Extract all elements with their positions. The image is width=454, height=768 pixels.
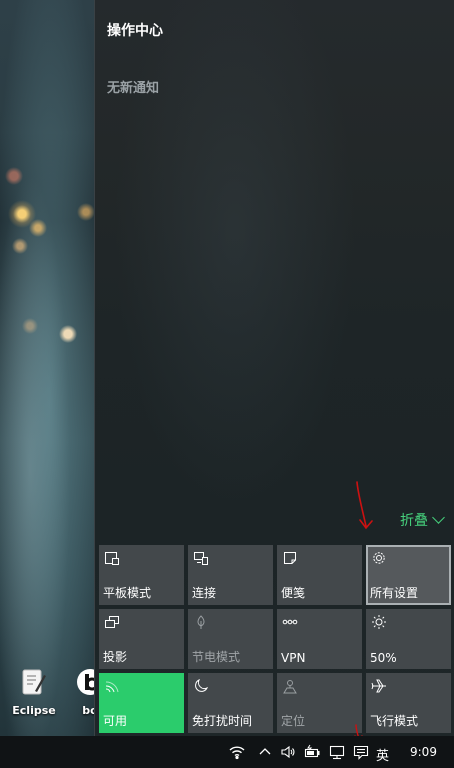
moon-icon — [193, 678, 209, 694]
desktop-icon-bo[interactable]: bo — [62, 664, 94, 717]
tile-all-settings[interactable]: 所有设置 — [366, 545, 451, 605]
tile-tablet-mode[interactable]: 平板模式 — [99, 545, 184, 605]
airplane-icon — [371, 678, 387, 694]
tile-quiet-hours[interactable]: 免打扰时间 — [188, 673, 273, 733]
language-indicator[interactable]: 英 — [376, 745, 389, 764]
tablet-mode-icon — [104, 550, 120, 566]
project-icon — [104, 614, 120, 630]
brightness-icon — [371, 614, 387, 630]
quick-actions-grid: 平板模式 连接 便笺 所有设置 投影 节电模式 VPN 50% 可用 免打扰时间… — [99, 545, 451, 733]
network-icon[interactable] — [329, 744, 345, 760]
desktop-icon-label: Eclipse — [12, 704, 56, 717]
clock[interactable]: 9:09 — [410, 745, 437, 759]
tile-battery-saver[interactable]: 节电模式 — [188, 609, 273, 669]
speaker-icon[interactable] — [280, 744, 296, 760]
desktop-icon-label: bo — [82, 704, 94, 717]
tile-label: 定位 — [281, 714, 306, 728]
location-icon — [282, 678, 298, 694]
tile-brightness[interactable]: 50% — [366, 609, 451, 669]
action-center-icon[interactable] — [353, 744, 369, 760]
tile-wifi[interactable]: 可用 — [99, 673, 184, 733]
tile-label: 可用 — [103, 714, 128, 728]
tile-location[interactable]: 定位 — [277, 673, 362, 733]
tile-label: 平板模式 — [103, 586, 152, 600]
wifi-icon — [104, 678, 120, 694]
note-icon — [282, 550, 298, 566]
gear-icon — [371, 550, 387, 566]
desktop-icon-eclipse[interactable]: Eclipse — [6, 664, 62, 717]
chevron-down-icon — [432, 511, 445, 524]
tile-label: 节电模式 — [192, 650, 241, 664]
collapse-label: 折叠 — [400, 513, 428, 529]
action-center-title: 操作中心 — [107, 23, 163, 39]
tile-label: 便笺 — [281, 586, 306, 600]
desktop-wallpaper: Eclipse bo — [0, 0, 94, 736]
tile-label: 免打扰时间 — [192, 714, 253, 728]
tile-label: 50% — [370, 651, 397, 665]
tile-label: 飞行模式 — [370, 714, 419, 728]
connect-icon — [193, 550, 209, 566]
tile-label: 连接 — [192, 586, 217, 600]
tile-airplane-mode[interactable]: 飞行模式 — [366, 673, 451, 733]
tile-vpn[interactable]: VPN — [277, 609, 362, 669]
tile-project[interactable]: 投影 — [99, 609, 184, 669]
eclipse-icon — [16, 664, 52, 700]
tile-connect[interactable]: 连接 — [188, 545, 273, 605]
collapse-button[interactable]: 折叠 — [400, 510, 445, 530]
vpn-icon — [282, 614, 298, 630]
app-icon — [72, 664, 94, 700]
no-notifications-text: 无新通知 — [107, 81, 160, 96]
battery-saver-icon — [193, 614, 209, 630]
taskbar: 英 9:09 — [0, 736, 454, 768]
tile-label: 投影 — [103, 650, 128, 664]
tile-note[interactable]: 便笺 — [277, 545, 362, 605]
wifi-icon[interactable] — [229, 744, 245, 760]
action-center-panel: 操作中心 无新通知 折叠 平板模式 连接 便笺 所有设置 投影 节电模式 VPN… — [94, 0, 454, 736]
tile-label: 所有设置 — [370, 586, 419, 600]
tile-label: VPN — [281, 651, 306, 665]
battery-icon[interactable] — [304, 744, 320, 760]
chevron-up-icon[interactable] — [257, 744, 273, 760]
